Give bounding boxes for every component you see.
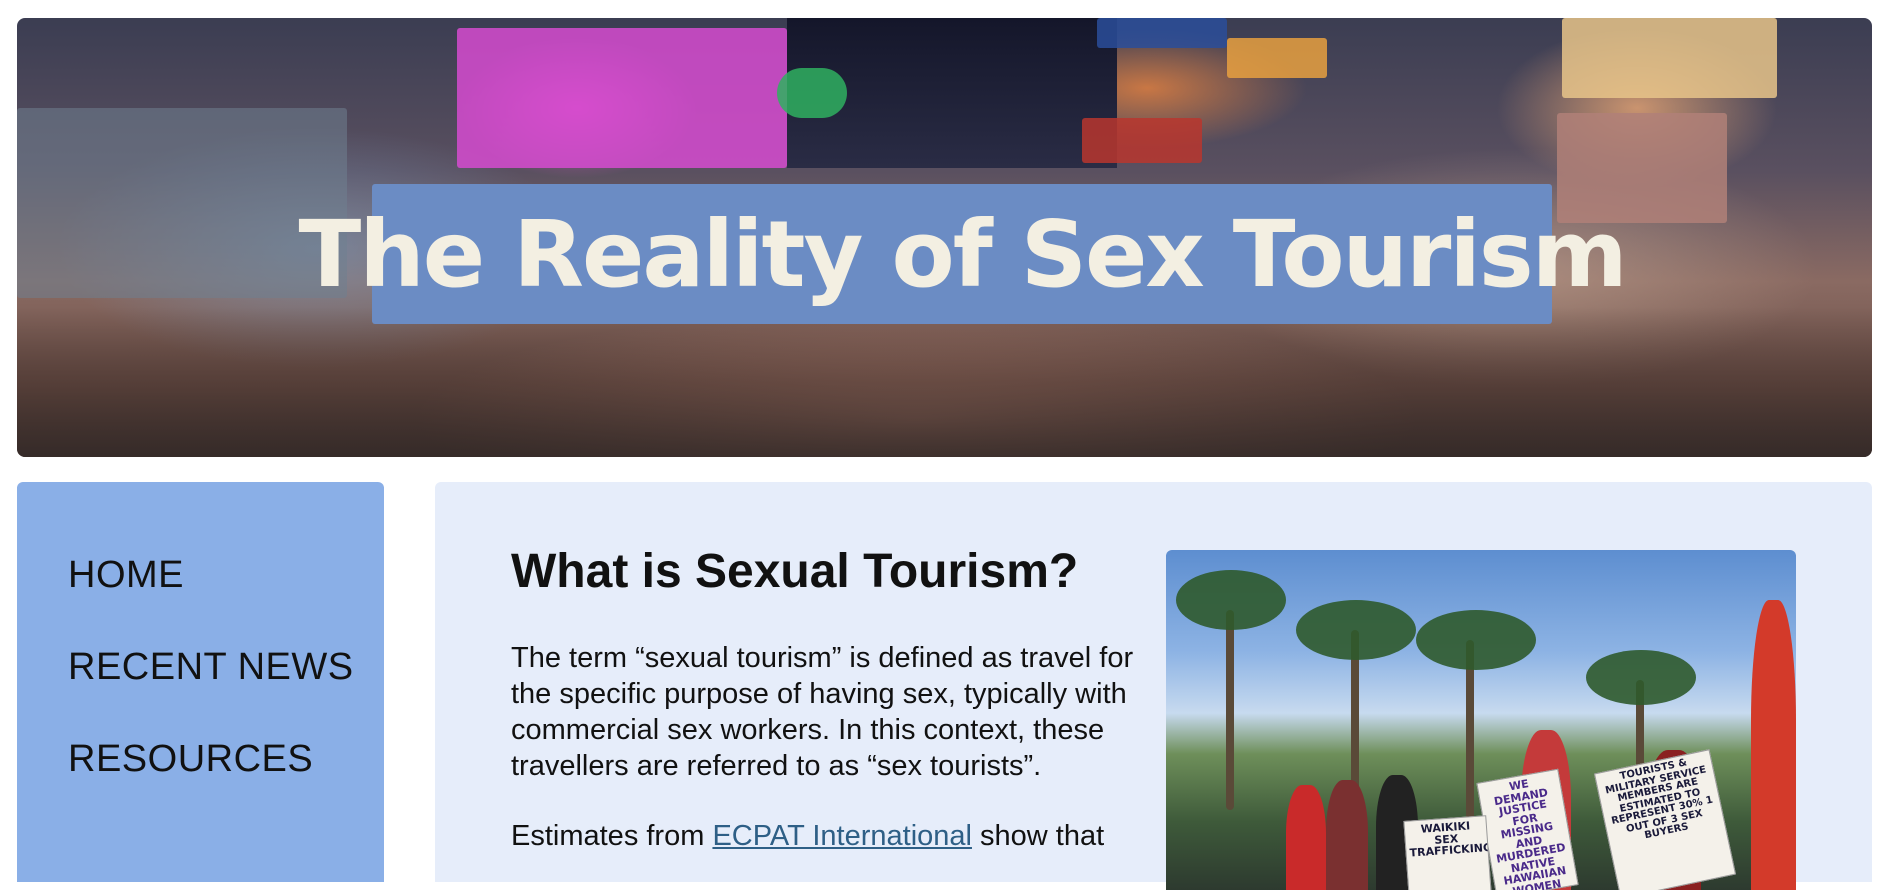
paragraph-estimates-text-after: show that <box>971 820 1105 852</box>
hero-sign-red <box>1082 118 1202 163</box>
nav-item-home[interactable]: HOME <box>68 554 184 597</box>
main-content: What is Sexual Tourism? The term “sexual… <box>435 482 1872 890</box>
protest-photo: WE DEMAND JUSTICE FOR MISSING AND MURDER… <box>1166 550 1796 890</box>
hero-sign-orange <box>1227 38 1327 78</box>
protest-sign: TOURISTS & MILITARY SERVICE MEMBERS ARE … <box>1593 749 1737 890</box>
palm-leaves <box>1416 610 1536 670</box>
palm-trunk <box>1466 640 1474 840</box>
hero-title-box: The Reality of Sex Tourism <box>298 184 1628 324</box>
hero-neon-sign-green <box>777 68 847 118</box>
hero-neon-sign-pink <box>457 28 787 168</box>
protester <box>1326 780 1368 890</box>
hero-sign-billboard <box>1562 18 1777 98</box>
palm-leaves <box>1296 600 1416 660</box>
palm-leaves <box>1586 650 1696 705</box>
paragraph-definition: The term “sexual tourism” is defined as … <box>511 642 1134 782</box>
ecpat-link[interactable]: ECPAT International <box>712 820 972 852</box>
protest-sign: WAIKIKI SEX TRAFFICKING <box>1403 815 1492 890</box>
palm-leaves <box>1176 570 1286 630</box>
protester <box>1751 600 1796 890</box>
sidebar-nav: HOME RECENT NEWS RESOURCES <box>17 482 384 882</box>
nav-item-recent-news[interactable]: RECENT NEWS <box>68 646 354 689</box>
hero-sign-blue <box>1097 18 1227 48</box>
paragraph-estimates-text-before: Estimates from <box>511 820 713 852</box>
palm-trunk <box>1226 610 1234 810</box>
protester <box>1286 785 1326 890</box>
page-title: The Reality of Sex Tourism <box>298 200 1627 308</box>
paragraph-estimates: Estimates from ECPAT International show … <box>511 818 1151 854</box>
hero-banner: The Reality of Sex Tourism <box>17 18 1872 457</box>
hero-crowd <box>17 307 1872 457</box>
nav-item-resources[interactable]: RESOURCES <box>68 738 313 781</box>
section-heading: What is Sexual Tourism? <box>511 545 1079 598</box>
